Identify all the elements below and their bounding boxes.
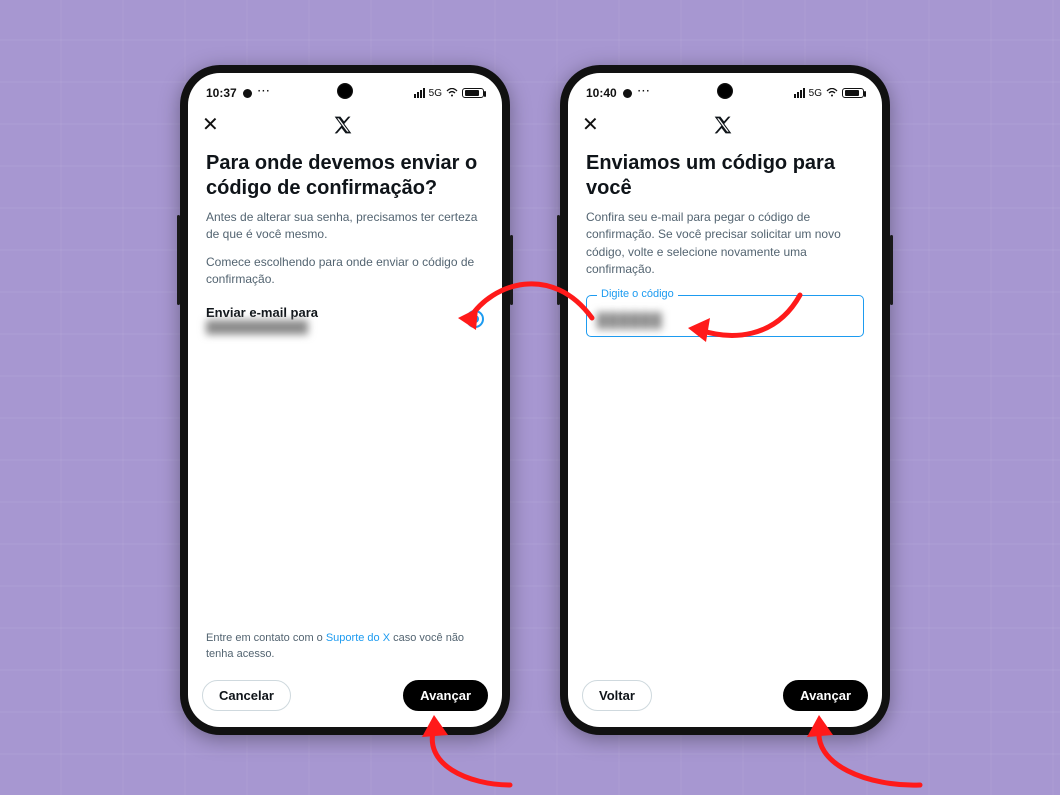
code-input-value-masked: ██████	[597, 312, 853, 328]
signal-icon	[794, 88, 805, 98]
signal-icon	[414, 88, 425, 98]
page-title: Enviamos um código para você	[586, 151, 864, 201]
phone-volume-button	[177, 215, 180, 305]
status-time: 10:37	[206, 86, 237, 100]
bottom-bar: Voltar Avançar	[568, 672, 882, 727]
back-button[interactable]: Voltar	[582, 680, 652, 711]
app-top-bar: ✕	[188, 107, 502, 143]
battery-icon	[842, 88, 864, 98]
description-1: Confira seu e-mail para pegar o código d…	[586, 209, 864, 279]
next-button[interactable]: Avançar	[783, 680, 868, 711]
camera-cutout	[337, 83, 353, 99]
send-email-masked-address: ████████████	[206, 320, 318, 334]
network-label: 5G	[809, 88, 822, 99]
phone-mockup-1: 10:37 ··· 5G ✕ Para onde devemos enviar …	[180, 65, 510, 735]
close-icon[interactable]: ✕	[202, 115, 219, 135]
status-more-icon: ···	[258, 86, 271, 97]
code-input-label: Digite o código	[597, 288, 678, 300]
radio-selected-icon[interactable]	[466, 310, 484, 328]
close-icon[interactable]: ✕	[582, 115, 599, 135]
camera-cutout	[717, 83, 733, 99]
send-email-option[interactable]: Enviar e-mail para ████████████	[206, 299, 484, 336]
send-email-label: Enviar e-mail para	[206, 305, 318, 320]
screen-1: 10:37 ··· 5G ✕ Para onde devemos enviar …	[188, 73, 502, 727]
x-logo-icon	[713, 115, 733, 135]
battery-icon	[462, 88, 484, 98]
support-note: Entre em contato com o Suporte do X caso…	[206, 631, 484, 672]
description-2: Comece escolhendo para onde enviar o cód…	[206, 254, 484, 289]
cancel-button[interactable]: Cancelar	[202, 680, 291, 711]
wifi-icon	[826, 88, 838, 98]
phone-volume-button	[557, 215, 560, 305]
x-logo-icon	[333, 115, 353, 135]
wifi-icon	[446, 88, 458, 98]
phone-mockup-2: 10:40 ··· 5G ✕ Enviamos um código para v…	[560, 65, 890, 735]
screen-2: 10:40 ··· 5G ✕ Enviamos um código para v…	[568, 73, 882, 727]
status-notch-icon	[243, 89, 252, 98]
page-title: Para onde devemos enviar o código de con…	[206, 151, 484, 201]
status-notch-icon	[623, 89, 632, 98]
app-top-bar: ✕	[568, 107, 882, 143]
next-button[interactable]: Avançar	[403, 680, 488, 711]
phone-power-button	[510, 235, 513, 305]
status-time: 10:40	[586, 86, 617, 100]
code-input[interactable]: Digite o código ██████	[586, 295, 864, 337]
status-more-icon: ···	[638, 86, 651, 97]
support-link[interactable]: Suporte do X	[326, 632, 390, 644]
description-1: Antes de alterar sua senha, precisamos t…	[206, 209, 484, 244]
bottom-bar: Cancelar Avançar	[188, 672, 502, 727]
phone-power-button	[890, 235, 893, 305]
network-label: 5G	[429, 88, 442, 99]
